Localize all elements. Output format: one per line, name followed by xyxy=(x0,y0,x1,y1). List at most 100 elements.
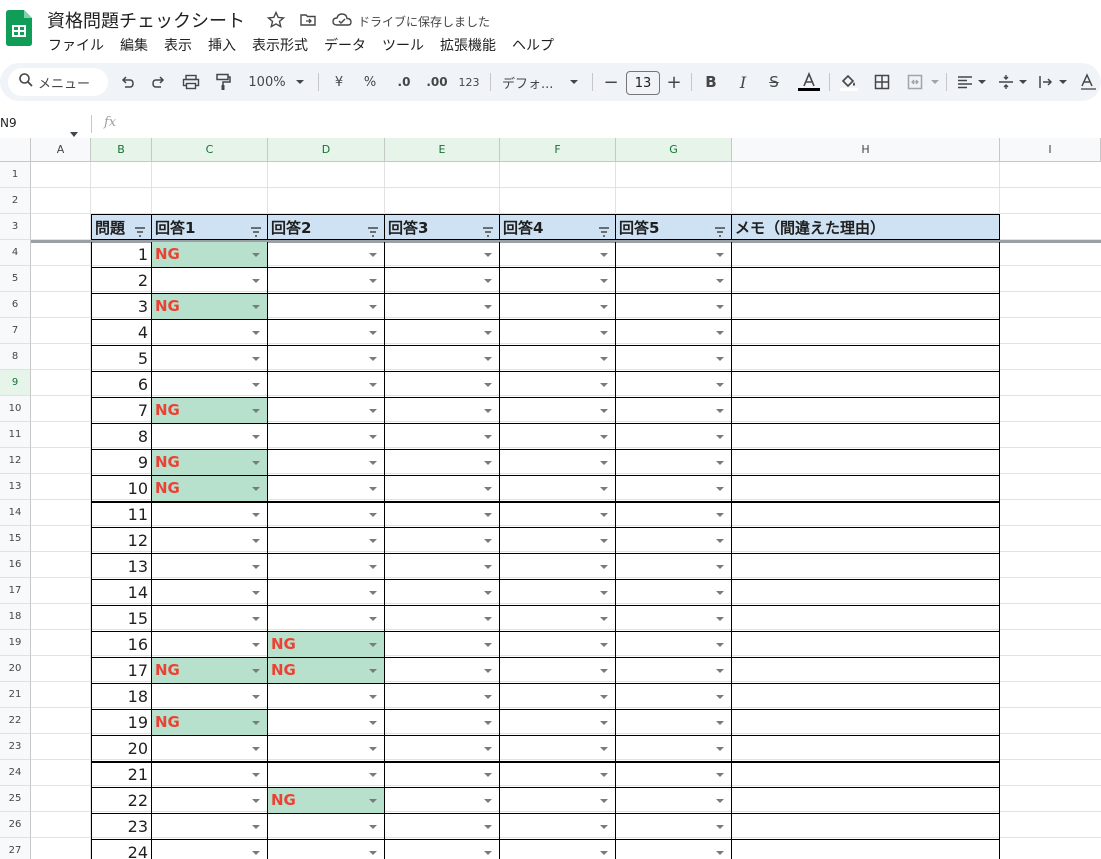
question-number-cell[interactable]: 19 xyxy=(91,710,152,736)
answer-dropdown-cell[interactable] xyxy=(500,242,616,268)
answer-dropdown-cell[interactable]: NG xyxy=(152,710,268,736)
row-header-8[interactable]: 8 xyxy=(0,344,31,370)
dropdown-arrow-icon[interactable] xyxy=(484,435,492,439)
column-header-c[interactable]: C xyxy=(152,138,268,162)
dropdown-arrow-icon[interactable] xyxy=(600,539,608,543)
answer-dropdown-cell[interactable] xyxy=(616,580,732,606)
answer-dropdown-cell[interactable] xyxy=(500,814,616,840)
dropdown-arrow-icon[interactable] xyxy=(252,435,260,439)
dropdown-arrow-icon[interactable] xyxy=(716,461,724,465)
answer-dropdown-cell[interactable] xyxy=(385,554,500,580)
answer-dropdown-cell[interactable] xyxy=(500,346,616,372)
column-header-e[interactable]: E xyxy=(385,138,500,162)
question-number-cell[interactable]: 8 xyxy=(91,424,152,450)
row-header-20[interactable]: 20 xyxy=(0,656,31,682)
select-all-corner[interactable] xyxy=(0,138,31,162)
dropdown-arrow-icon[interactable] xyxy=(600,279,608,283)
answer-dropdown-cell[interactable] xyxy=(268,424,385,450)
dropdown-arrow-icon[interactable] xyxy=(369,461,377,465)
question-number-cell[interactable]: 3 xyxy=(91,294,152,320)
dropdown-arrow-icon[interactable] xyxy=(484,617,492,621)
row-header-9[interactable]: 9 xyxy=(0,370,31,396)
answer-dropdown-cell[interactable] xyxy=(268,710,385,736)
answer-dropdown-cell[interactable] xyxy=(500,450,616,476)
row-header-23[interactable]: 23 xyxy=(0,734,31,760)
answer-dropdown-cell[interactable] xyxy=(152,632,268,658)
font-select[interactable]: デフォ... xyxy=(502,63,562,101)
answer-dropdown-cell[interactable] xyxy=(616,320,732,346)
answer-dropdown-cell[interactable] xyxy=(385,476,500,502)
dropdown-arrow-icon[interactable] xyxy=(600,565,608,569)
chevron-down-icon[interactable] xyxy=(566,63,582,101)
row-header-3[interactable]: 3 xyxy=(0,214,31,240)
decrease-decimal-button[interactable]: .0 xyxy=(392,63,416,101)
answer-dropdown-cell[interactable] xyxy=(385,268,500,294)
answer-dropdown-cell[interactable] xyxy=(385,242,500,268)
answer-dropdown-cell[interactable]: NG xyxy=(152,242,268,268)
bold-icon[interactable]: B xyxy=(702,63,720,101)
fill-color-icon[interactable] xyxy=(838,63,860,101)
column-header-i[interactable]: I xyxy=(1000,138,1101,162)
chevron-down-icon[interactable] xyxy=(292,63,308,101)
answer-dropdown-cell[interactable] xyxy=(268,268,385,294)
column-header-b[interactable]: B xyxy=(91,138,152,162)
dropdown-arrow-icon[interactable] xyxy=(252,695,260,699)
dropdown-arrow-icon[interactable] xyxy=(252,513,260,517)
dropdown-arrow-icon[interactable] xyxy=(369,721,377,725)
answer-dropdown-cell[interactable]: NG xyxy=(268,632,385,658)
memo-cell[interactable] xyxy=(732,502,1000,528)
row-header-24[interactable]: 24 xyxy=(0,760,31,786)
row-header-26[interactable]: 26 xyxy=(0,812,31,838)
question-number-cell[interactable]: 1 xyxy=(91,242,152,268)
row-header-2[interactable]: 2 xyxy=(0,188,31,214)
dropdown-arrow-icon[interactable] xyxy=(369,773,377,777)
answer-dropdown-cell[interactable] xyxy=(500,320,616,346)
row-header-27[interactable]: 27 xyxy=(0,838,31,859)
table-header-cell[interactable]: 問題 xyxy=(91,214,152,240)
menu-data[interactable]: データ xyxy=(316,35,374,55)
cloud-saved-icon[interactable] xyxy=(331,10,352,30)
dropdown-arrow-icon[interactable] xyxy=(369,383,377,387)
question-number-cell[interactable]: 5 xyxy=(91,346,152,372)
vertical-align-icon[interactable] xyxy=(996,63,1016,101)
answer-dropdown-cell[interactable] xyxy=(500,736,616,762)
menu-file[interactable]: ファイル xyxy=(40,35,112,55)
answer-dropdown-cell[interactable] xyxy=(385,840,500,859)
answer-dropdown-cell[interactable]: NG xyxy=(152,294,268,320)
answer-dropdown-cell[interactable] xyxy=(500,398,616,424)
memo-cell[interactable] xyxy=(732,554,1000,580)
answer-dropdown-cell[interactable] xyxy=(268,528,385,554)
table-header-cell[interactable]: 回答2 xyxy=(268,214,385,240)
answer-dropdown-cell[interactable] xyxy=(616,268,732,294)
dropdown-arrow-icon[interactable] xyxy=(252,851,260,855)
dropdown-arrow-icon[interactable] xyxy=(252,539,260,543)
answer-dropdown-cell[interactable] xyxy=(385,632,500,658)
spreadsheet-grid[interactable]: A B C D E F G H I 1 2 3 4 5 6 7 8 9 10 11 12 13 14 15 16 17 18 19 20… xyxy=(0,138,1101,859)
dropdown-arrow-icon[interactable] xyxy=(600,695,608,699)
row-header-21[interactable]: 21 xyxy=(0,682,31,708)
dropdown-arrow-icon[interactable] xyxy=(369,357,377,361)
sheets-logo-icon[interactable] xyxy=(6,10,32,46)
font-size-increase-icon[interactable]: + xyxy=(665,63,683,101)
dropdown-arrow-icon[interactable] xyxy=(484,461,492,465)
dropdown-arrow-icon[interactable] xyxy=(369,331,377,335)
dropdown-arrow-icon[interactable] xyxy=(600,487,608,491)
dropdown-arrow-icon[interactable] xyxy=(369,643,377,647)
answer-dropdown-cell[interactable] xyxy=(152,424,268,450)
dropdown-arrow-icon[interactable] xyxy=(252,565,260,569)
row-header-5[interactable]: 5 xyxy=(0,266,31,292)
memo-cell[interactable] xyxy=(732,814,1000,840)
dropdown-arrow-icon[interactable] xyxy=(369,487,377,491)
paint-format-icon[interactable] xyxy=(213,63,233,101)
dropdown-arrow-icon[interactable] xyxy=(716,747,724,751)
dropdown-arrow-icon[interactable] xyxy=(716,565,724,569)
memo-cell[interactable] xyxy=(732,476,1000,502)
answer-dropdown-cell[interactable] xyxy=(616,788,732,814)
answer-dropdown-cell[interactable] xyxy=(616,658,732,684)
memo-cell[interactable] xyxy=(732,736,1000,762)
move-folder-icon[interactable] xyxy=(298,10,318,30)
dropdown-arrow-icon[interactable] xyxy=(369,747,377,751)
answer-dropdown-cell[interactable] xyxy=(152,528,268,554)
answer-dropdown-cell[interactable] xyxy=(268,502,385,528)
dropdown-arrow-icon[interactable] xyxy=(252,487,260,491)
